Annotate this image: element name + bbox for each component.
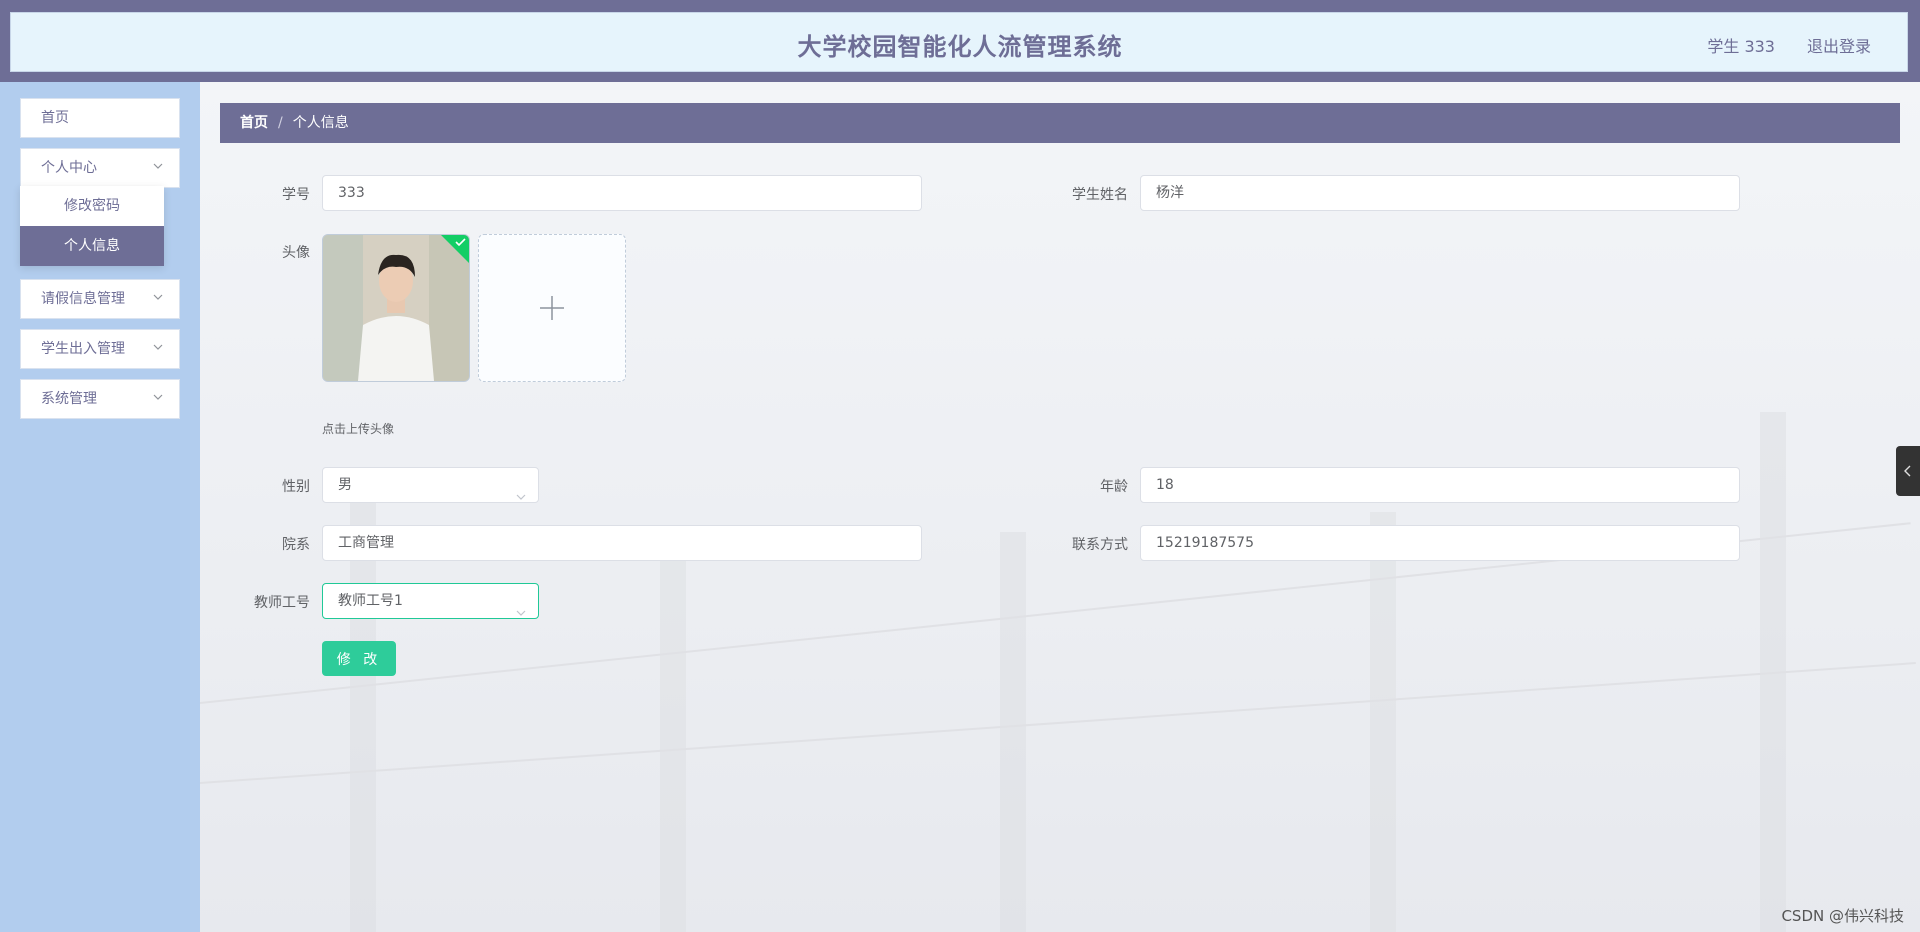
- sidebar-item-label: 请假信息管理: [41, 291, 125, 307]
- teacher-id-select[interactable]: 教师工号1: [322, 583, 539, 619]
- sidebar-item-entry-exit-management[interactable]: 学生出入管理: [20, 329, 180, 369]
- background-pole: [350, 502, 376, 932]
- student-name-field[interactable]: 杨洋: [1140, 175, 1740, 211]
- personal-center-submenu: 修改密码 个人信息: [20, 186, 164, 266]
- current-user: 学生 333: [1707, 37, 1775, 56]
- breadcrumb-current: 个人信息: [292, 115, 349, 131]
- breadcrumb: 首页 / 个人信息: [220, 103, 1900, 143]
- gender-select[interactable]: 男: [322, 467, 539, 503]
- avatar-upload-button[interactable]: [478, 234, 626, 382]
- avatar-label: 头像: [282, 245, 310, 261]
- sidebar-item-personal-center[interactable]: 个人中心: [20, 148, 180, 188]
- submenu-item-personal-info[interactable]: 个人信息: [20, 226, 164, 266]
- sidebar-item-system-management[interactable]: 系统管理: [20, 379, 180, 419]
- submit-button[interactable]: 修 改: [322, 641, 396, 676]
- watermark: CSDN @伟兴科技: [1781, 907, 1904, 925]
- avatar-image[interactable]: [322, 234, 470, 382]
- gender-label: 性别: [282, 479, 310, 495]
- background-pole: [1000, 532, 1026, 932]
- contact-field[interactable]: 15219187575: [1140, 525, 1740, 561]
- submenu-item-change-password[interactable]: 修改密码: [20, 186, 164, 226]
- side-panel-toggle[interactable]: [1896, 446, 1920, 496]
- student-id-label: 学号: [282, 187, 310, 203]
- chevron-left-icon: [1904, 465, 1911, 477]
- check-badge-icon: [441, 235, 469, 263]
- background-wire: [200, 662, 1916, 784]
- breadcrumb-separator: /: [278, 115, 283, 131]
- header-bar: 大学校园智能化人流管理系统 学生 333 退出登录: [0, 0, 1920, 82]
- sidebar-item-label: 系统管理: [41, 391, 97, 407]
- chevron-down-icon: [151, 330, 167, 368]
- chevron-down-icon: [516, 479, 526, 513]
- chevron-down-icon: [516, 595, 526, 629]
- student-name-label: 学生姓名: [1072, 187, 1128, 203]
- sidebar-item-label: 首页: [41, 110, 69, 126]
- teacher-id-label: 教师工号: [254, 595, 310, 611]
- sidebar-item-label: 个人中心: [41, 160, 97, 176]
- sidebar-item-home[interactable]: 首页: [20, 98, 180, 138]
- logout-link[interactable]: 退出登录: [1807, 33, 1871, 57]
- department-field[interactable]: 工商管理: [322, 525, 922, 561]
- breadcrumb-home[interactable]: 首页: [240, 115, 268, 131]
- teacher-id-select-value: 教师工号1: [338, 593, 403, 609]
- chevron-down-icon: [151, 149, 167, 187]
- sidebar-item-leave-management[interactable]: 请假信息管理: [20, 279, 180, 319]
- gender-select-value: 男: [338, 477, 352, 493]
- chevron-down-icon: [151, 380, 167, 418]
- contact-label: 联系方式: [1072, 537, 1128, 553]
- age-field[interactable]: 18: [1140, 467, 1740, 503]
- age-label: 年龄: [1100, 479, 1128, 495]
- avatar-upload-tip: 点击上传头像: [322, 422, 395, 436]
- background-pole: [1370, 512, 1396, 932]
- sidebar-item-label: 学生出入管理: [41, 341, 125, 357]
- department-label: 院系: [282, 537, 310, 553]
- header-panel: 大学校园智能化人流管理系统 学生 333 退出登录: [10, 12, 1908, 72]
- site-title: 大学校园智能化人流管理系统: [797, 33, 1123, 61]
- chevron-down-icon: [151, 280, 167, 318]
- student-id-field[interactable]: 333: [322, 175, 922, 211]
- plus-icon: [540, 296, 564, 320]
- background-pole: [660, 552, 686, 932]
